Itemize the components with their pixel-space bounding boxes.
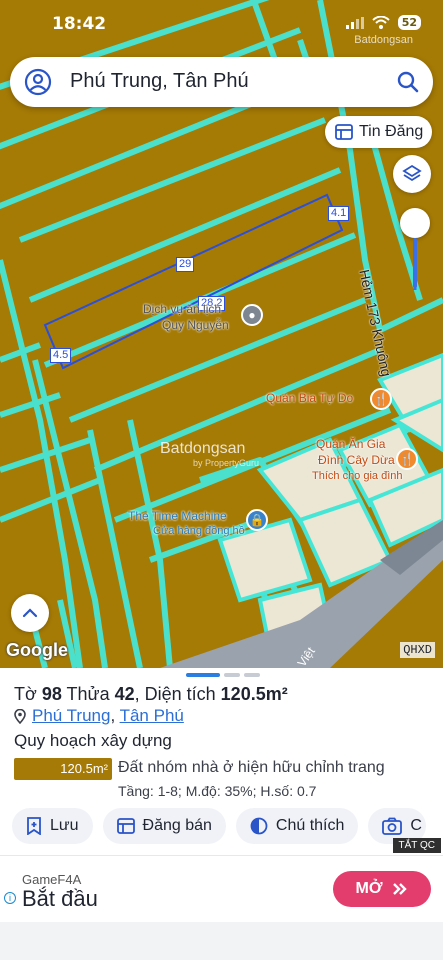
poi-sub: Đình Cây Dừa — [318, 453, 395, 467]
listing-icon — [116, 818, 135, 834]
location-pin-icon — [14, 708, 26, 724]
opacity-slider-track[interactable] — [413, 238, 417, 288]
ad-brand: GameF4A — [22, 872, 82, 887]
pager-dot — [244, 673, 260, 677]
sheet-pager[interactable] — [186, 673, 260, 677]
signal-icon — [345, 16, 364, 29]
status-time: 18:42 — [52, 14, 107, 34]
camera-label: C — [410, 817, 422, 834]
shop-icon[interactable]: 🔒 — [246, 509, 268, 531]
layers-icon — [402, 164, 422, 182]
parcel-prefix: Tờ — [14, 684, 42, 704]
ad-open-label: MỞ — [355, 880, 383, 897]
measure-label: 4.1 — [328, 206, 350, 221]
tin-dang-label: Tin Đăng — [359, 123, 424, 140]
status-icons: 52 — [345, 15, 421, 30]
poi-name: Dịch vụ ăn lịch — [143, 302, 222, 316]
ad-close-button[interactable]: TẮT QC — [392, 838, 441, 853]
search-icon[interactable] — [395, 69, 421, 95]
legend-icon — [250, 817, 268, 835]
bookmark-plus-icon — [27, 817, 41, 835]
post-sale-label: Đăng bán — [142, 817, 212, 834]
measure-label: 4.5 — [50, 348, 72, 363]
planning-map[interactable]: 18:42 52 Batdongsan Phú Trung, Tân Phú T… — [0, 0, 443, 668]
legend-button[interactable]: Chú thích — [235, 808, 359, 844]
district-link[interactable]: Tân Phú — [120, 706, 184, 725]
google-logo: Google — [6, 640, 68, 660]
section-title: Quy hoạch xây dựng — [14, 731, 172, 750]
parcel-sheet-number: 98 — [41, 684, 62, 704]
ward-link[interactable]: Phú Trung — [32, 706, 110, 725]
zone-description: Đất nhóm nhà ở hiện hữu chỉnh trang — [118, 759, 385, 776]
map-watermark-sub: by PropertyGuru — [193, 458, 260, 468]
wifi-icon — [372, 16, 390, 29]
map-watermark: Batdongsan — [160, 440, 246, 457]
map-pin-icon[interactable]: ● — [241, 304, 263, 326]
zone-meta: Tầng: 1-8; M.độ: 35%; H.số: 0.7 — [118, 783, 317, 799]
pager-dot-active — [186, 673, 220, 677]
double-chevron-right-icon — [393, 883, 408, 895]
watermark-top: Batdongsan — [354, 34, 413, 46]
post-sale-button[interactable]: Đăng bán — [102, 808, 226, 844]
listing-icon — [335, 124, 353, 140]
parcel-area: 120.5m² — [220, 684, 288, 704]
camera-icon — [382, 817, 403, 835]
poi-name: The Time Machine — [128, 509, 227, 523]
search-input[interactable]: Phú Trung, Tân Phú — [70, 70, 249, 93]
info-icon[interactable]: i — [4, 892, 16, 904]
restaurant-icon[interactable]: 🍴 — [396, 448, 418, 470]
tin-dang-button[interactable]: Tin Đăng — [325, 116, 432, 148]
opacity-slider-handle[interactable] — [400, 208, 430, 238]
save-label: Lưu — [50, 817, 79, 834]
location-row: Phú Trung, Tân Phú — [14, 706, 184, 726]
chevron-up-icon — [22, 608, 38, 618]
parcel-title: Tờ 98 Thửa 42, Diện tích 120.5m² — [14, 684, 288, 705]
qhxd-label: QHXD — [400, 642, 435, 658]
ad-footer — [0, 922, 443, 960]
save-button[interactable]: Lưu — [12, 808, 93, 844]
parcel-lot-number: 42 — [114, 684, 135, 704]
poi-sub: Quy Nguyễn — [162, 318, 229, 332]
location-separator: , — [110, 706, 120, 725]
action-bar: Lưu Đăng bán Chú thích C — [12, 808, 426, 844]
ad-title: Bắt đầu — [22, 886, 98, 911]
poi-name: Quán Ăn Gia — [316, 437, 386, 451]
parcel-area-label: , Diện tích — [134, 684, 221, 704]
user-icon[interactable] — [24, 68, 52, 96]
search-bar[interactable]: Phú Trung, Tân Phú — [10, 57, 433, 107]
zone-swatch: 120.5m² — [14, 758, 112, 780]
legend-label: Chú thích — [275, 817, 345, 834]
battery-icon: 52 — [397, 15, 421, 30]
poi-sub: Cửa hàng đồng hồ — [153, 525, 245, 537]
measure-label: 29 — [176, 257, 195, 272]
pager-dot — [224, 673, 240, 677]
restaurant-icon[interactable]: 🍴 — [370, 388, 392, 410]
poi-name: Quán Bia Tự Do — [266, 391, 354, 405]
parcel-thua-label: Thửa — [61, 684, 115, 704]
poi-sub: Thích cho gia đình — [312, 470, 403, 482]
expand-sheet-button[interactable] — [11, 594, 49, 632]
ad-open-button[interactable]: MỞ — [333, 871, 431, 907]
layers-button[interactable] — [393, 155, 431, 193]
